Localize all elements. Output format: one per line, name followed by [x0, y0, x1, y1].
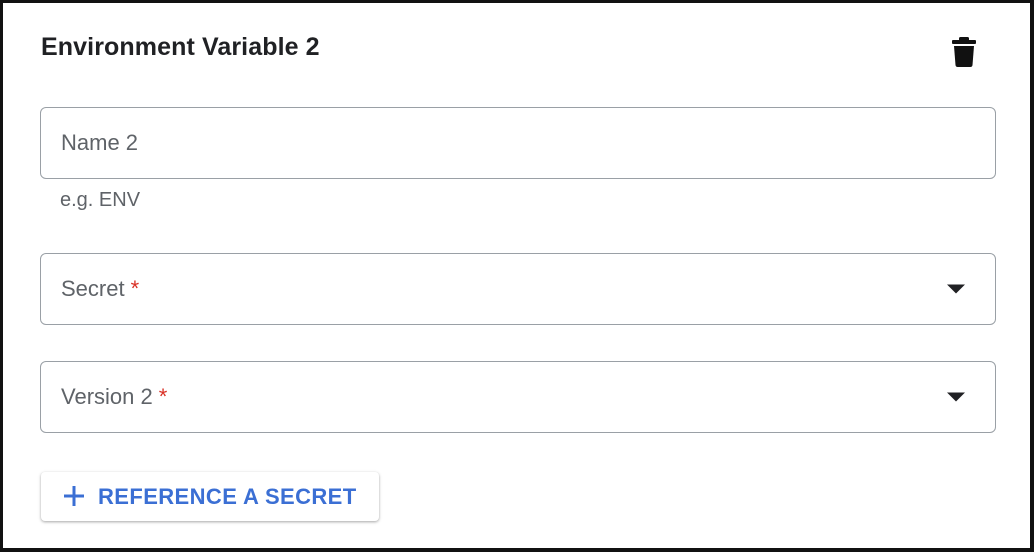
- version-select-label: Version 2 *: [61, 384, 168, 409]
- required-mark: *: [130, 276, 140, 301]
- plus-icon: [64, 486, 84, 506]
- secret-select-label: Secret *: [61, 276, 140, 301]
- secret-select[interactable]: Secret *: [40, 253, 996, 325]
- trash-icon: [952, 37, 976, 67]
- delete-button[interactable]: [950, 36, 978, 68]
- caret-down-icon: [947, 392, 965, 402]
- env-variable-card: Environment Variable 2 Name 2 e.g. ENV S…: [0, 0, 1034, 552]
- name-field[interactable]: Name 2: [40, 107, 996, 179]
- reference-secret-label: REFERENCE A SECRET: [98, 483, 357, 509]
- name-field-hint: e.g. ENV: [60, 189, 141, 211]
- name-field-label: Name 2: [61, 130, 139, 155]
- caret-down-icon: [947, 284, 965, 294]
- reference-secret-button[interactable]: REFERENCE A SECRET: [41, 472, 379, 521]
- version-select[interactable]: Version 2 *: [40, 361, 996, 433]
- card-title: Environment Variable 2: [41, 33, 320, 61]
- required-mark: *: [158, 384, 168, 409]
